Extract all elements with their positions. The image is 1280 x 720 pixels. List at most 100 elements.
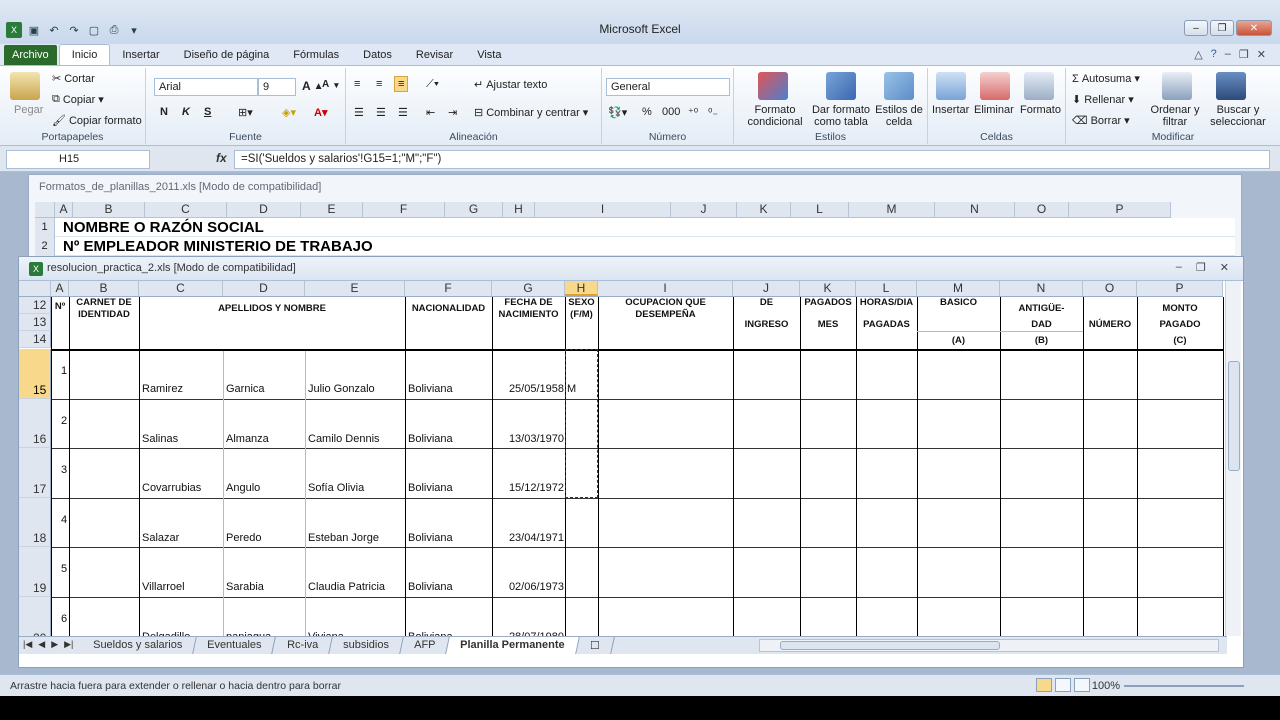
bg-column-header[interactable]: G: [445, 202, 503, 217]
fg-minimize-icon[interactable]: –: [1176, 261, 1182, 274]
column-header-b[interactable]: B: [69, 281, 139, 296]
sheet-tab[interactable]: Eventuales: [193, 637, 277, 654]
sheet-tab[interactable]: subsidios: [329, 637, 404, 654]
first-name-cell[interactable]: Julio Gonzalo: [308, 383, 375, 395]
maximize-button[interactable]: ❐: [1210, 20, 1234, 36]
formula-input[interactable]: =SI('Sueldos y salarios'!G15=1;"M";"F"): [234, 150, 1270, 169]
column-header-k[interactable]: K: [800, 281, 856, 296]
surname-1-cell[interactable]: Villarroel: [142, 581, 185, 593]
select-all-corner[interactable]: [19, 281, 51, 296]
fx-icon[interactable]: fx: [216, 151, 227, 165]
bold-button[interactable]: N: [160, 106, 168, 118]
column-header-g[interactable]: G: [492, 281, 565, 296]
tab-diseno-pagina[interactable]: Diseño de página: [172, 45, 282, 65]
birthdate-cell[interactable]: 02/06/1973: [492, 581, 564, 593]
bg-column-header[interactable]: D: [227, 202, 301, 217]
birthdate-cell[interactable]: 13/03/1970: [492, 433, 564, 445]
bg-column-header[interactable]: H: [503, 202, 535, 217]
number-format-select[interactable]: General: [606, 78, 730, 96]
bg-column-header[interactable]: E: [301, 202, 363, 217]
column-header-d[interactable]: D: [223, 281, 305, 296]
currency-icon[interactable]: 💱▾: [608, 106, 627, 119]
close-button[interactable]: ✕: [1236, 20, 1272, 36]
row-header-16[interactable]: 16: [19, 398, 51, 449]
zoom-level[interactable]: 100%: [1092, 680, 1120, 692]
page-layout-view-icon[interactable]: [1055, 678, 1071, 692]
format-cells-button[interactable]: Formato: [1020, 104, 1061, 116]
autosum-button[interactable]: Σ Autosuma ▾: [1072, 72, 1140, 86]
last-sheet-icon[interactable]: ▶|: [64, 639, 73, 650]
scroll-thumb[interactable]: [780, 641, 1000, 650]
bg-column-header[interactable]: B: [73, 202, 145, 217]
tab-datos[interactable]: Datos: [351, 45, 404, 65]
fill-color-icon[interactable]: ◈▾: [282, 106, 296, 119]
surname-1-cell[interactable]: Ramirez: [142, 383, 183, 395]
name-box[interactable]: H15: [6, 150, 150, 169]
new-sheet-icon[interactable]: ☐: [575, 637, 615, 654]
column-header-h[interactable]: H: [565, 281, 598, 296]
row-header-15[interactable]: 15: [19, 349, 51, 399]
column-header-p[interactable]: P: [1137, 281, 1223, 296]
row-number-cell[interactable]: 2: [61, 415, 67, 427]
doc-minimize-icon[interactable]: –: [1225, 48, 1231, 61]
zoom-slider[interactable]: [1124, 685, 1244, 687]
column-header-c[interactable]: C: [139, 281, 223, 296]
row-number-cell[interactable]: 3: [61, 464, 67, 476]
first-name-cell[interactable]: Sofía Olivia: [308, 482, 364, 494]
sheet-tab[interactable]: AFP: [399, 637, 450, 654]
format-as-table-button[interactable]: Dar formato como tabla: [808, 104, 874, 128]
surname-2-cell[interactable]: Angulo: [226, 482, 260, 494]
bg-column-header[interactable]: F: [363, 202, 445, 217]
tab-archivo[interactable]: Archivo: [4, 45, 57, 65]
clear-button[interactable]: ⌫ Borrar ▾: [1072, 114, 1130, 128]
birthdate-cell[interactable]: 23/04/1971: [492, 532, 564, 544]
row-header-13[interactable]: 13: [19, 314, 51, 331]
surname-2-cell[interactable]: Sarabia: [226, 581, 264, 593]
tab-revisar[interactable]: Revisar: [404, 45, 465, 65]
column-header-j[interactable]: J: [733, 281, 800, 296]
page-break-view-icon[interactable]: [1074, 678, 1090, 692]
increase-decimal-icon[interactable]: ⁺⁰: [688, 106, 698, 119]
borders-icon[interactable]: ⊞▾: [238, 106, 253, 119]
format-painter-button[interactable]: 🖌 Copiar formato: [52, 114, 142, 128]
bg-column-header[interactable]: I: [535, 202, 671, 217]
bg-column-header[interactable]: J: [671, 202, 737, 217]
first-name-cell[interactable]: Esteban Jorge: [308, 532, 379, 544]
select-all-corner[interactable]: [35, 202, 55, 217]
fill-button[interactable]: ⬇ Rellenar ▾: [1072, 93, 1134, 107]
tab-inicio[interactable]: Inicio: [58, 44, 111, 65]
delete-cells-button[interactable]: Eliminar: [974, 104, 1014, 116]
sheet-tab[interactable]: Sueldos y salarios: [79, 637, 198, 654]
cut-button[interactable]: ✂ Cortar: [52, 72, 95, 86]
row-header-14[interactable]: 14: [19, 331, 51, 348]
column-header-f[interactable]: F: [405, 281, 492, 296]
horizontal-scrollbar[interactable]: [759, 639, 1219, 652]
surname-1-cell[interactable]: Covarrubias: [142, 482, 201, 494]
surname-2-cell[interactable]: Almanza: [226, 433, 269, 445]
scroll-thumb[interactable]: [1228, 361, 1240, 471]
tab-vista[interactable]: Vista: [465, 45, 513, 65]
tab-formulas[interactable]: Fórmulas: [281, 45, 351, 65]
row-header-12[interactable]: 12: [19, 297, 51, 314]
column-header-o[interactable]: O: [1083, 281, 1137, 296]
row-number-cell[interactable]: 6: [61, 613, 67, 625]
nationality-cell[interactable]: Boliviana: [408, 433, 453, 445]
doc-restore-icon[interactable]: ❐: [1239, 48, 1249, 61]
nationality-cell[interactable]: Boliviana: [408, 383, 453, 395]
bg-column-header[interactable]: A: [55, 202, 73, 217]
grow-font-icon[interactable]: A ▲: [302, 79, 324, 93]
copy-button[interactable]: ⧉ Copiar ▾: [52, 93, 104, 106]
font-size-select[interactable]: 9: [258, 78, 296, 96]
align-middle-icon[interactable]: ≡: [376, 78, 382, 90]
align-top-icon[interactable]: ≡: [354, 78, 360, 90]
nationality-cell[interactable]: Boliviana: [408, 532, 453, 544]
bg-column-header[interactable]: M: [849, 202, 935, 217]
bg-column-header[interactable]: O: [1015, 202, 1069, 217]
column-header-e[interactable]: E: [305, 281, 405, 296]
font-color-icon[interactable]: A▾: [314, 106, 327, 119]
fg-restore-icon[interactable]: ❐: [1196, 261, 1206, 274]
font-name-select[interactable]: Arial: [154, 78, 258, 96]
column-header-i[interactable]: I: [598, 281, 733, 296]
doc-close-icon[interactable]: ✕: [1257, 48, 1266, 61]
conditional-format-button[interactable]: Formato condicional: [740, 104, 810, 128]
